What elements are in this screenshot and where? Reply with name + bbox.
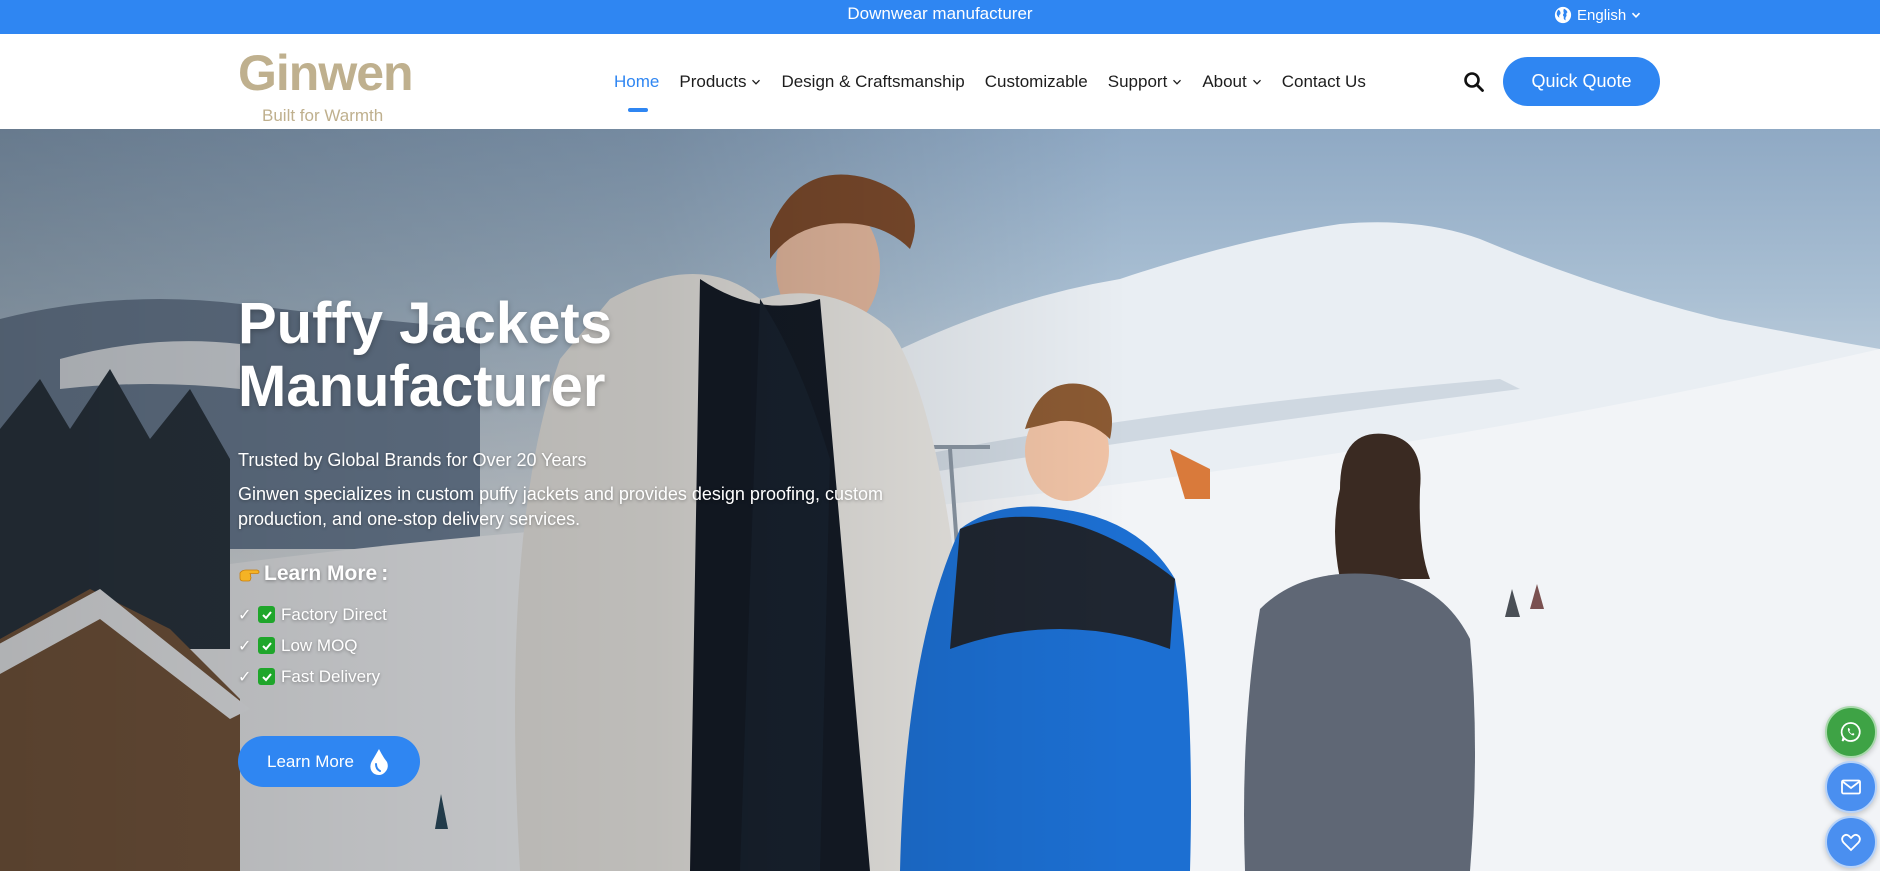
nav-item-design-craftsmanship[interactable]: Design & Craftsmanship [781, 62, 964, 102]
site-header: Ginwen Built for Warmth Home Products De… [0, 34, 1880, 129]
checkmark: ✓ [238, 606, 252, 624]
chevron-down-icon [752, 79, 761, 85]
whatsapp-icon [1840, 722, 1861, 742]
top-announcement-bar: Downwear manufacturer English [0, 0, 1880, 34]
email-button[interactable] [1825, 761, 1877, 813]
feature-list: ✓ Factory Direct ✓ Low MOQ ✓ Fast Delive… [238, 599, 387, 692]
active-indicator [628, 107, 648, 112]
nav-item-support[interactable]: Support [1108, 62, 1183, 102]
feature-label: Low MOQ [281, 635, 358, 655]
logo-brand: Ginwen [238, 45, 414, 101]
pointing-hand-icon [239, 569, 260, 582]
hero-title-line-2: Manufacturer [238, 354, 606, 419]
logo[interactable]: Ginwen Built for Warmth [238, 44, 428, 125]
nav-label: Design & Craftsmanship [781, 71, 965, 91]
whatsapp-button[interactable] [1825, 706, 1877, 758]
nav-label: Support [1107, 71, 1168, 91]
checkmark: ✓ [238, 637, 252, 655]
nav-item-home[interactable]: Home [614, 62, 660, 112]
chevron-down-icon [1173, 79, 1182, 85]
check-box-icon [258, 606, 275, 623]
language-label: English [1577, 6, 1627, 24]
list-item: ✓ Low MOQ [238, 630, 387, 661]
nav-item-products[interactable]: Products [679, 62, 761, 102]
learn-more-button[interactable]: Learn More [238, 736, 420, 787]
learn-heading-colon: : [381, 562, 389, 585]
quick-quote-button[interactable]: Quick Quote [1503, 57, 1660, 106]
nav-item-contact-us[interactable]: Contact Us [1282, 62, 1366, 102]
check-box-icon [258, 637, 275, 654]
learn-more-button-label: Learn More [267, 751, 354, 771]
hero-section: Puffy Jackets Manufacturer Trusted by Gl… [0, 129, 1880, 871]
list-item: ✓ Fast Delivery [238, 661, 387, 692]
learn-heading-label: Learn More [264, 562, 378, 585]
mail-icon [1841, 779, 1861, 795]
nav-label: Products [679, 71, 747, 91]
logo-slogan: Built for Warmth [262, 106, 384, 125]
nav-item-about[interactable]: About [1202, 62, 1261, 102]
heart-icon [1841, 833, 1861, 852]
check-box-icon [258, 668, 275, 685]
feature-label: Factory Direct [281, 604, 387, 624]
learn-more-heading: Learn More : [238, 562, 388, 586]
nav-label: Contact Us [1281, 71, 1366, 91]
chevron-down-icon [1632, 12, 1641, 18]
favorite-button[interactable] [1825, 816, 1877, 868]
hero-title: Puffy Jackets Manufacturer [238, 292, 938, 418]
water-drop-icon [370, 748, 388, 775]
list-item: ✓ Factory Direct [238, 599, 387, 630]
nav-label: About [1202, 71, 1247, 91]
checkmark: ✓ [238, 668, 252, 686]
nav-label: Customizable [984, 71, 1088, 91]
language-selector[interactable]: English [1554, 4, 1641, 26]
globe-icon [1554, 6, 1572, 24]
feature-label: Fast Delivery [281, 666, 381, 686]
main-nav: Home Products Design & Craftsmanship Cus… [614, 34, 1386, 129]
nav-label: Home [614, 71, 660, 91]
chevron-down-icon [1252, 79, 1261, 85]
hero-subtitle: Trusted by Global Brands for Over 20 Yea… [238, 450, 587, 470]
search-icon[interactable] [1463, 71, 1485, 93]
hero-description: Ginwen specializes in custom puffy jacke… [238, 484, 884, 529]
nav-item-customizable[interactable]: Customizable [985, 62, 1088, 102]
hero-title-line-1: Puffy Jackets [238, 291, 612, 356]
